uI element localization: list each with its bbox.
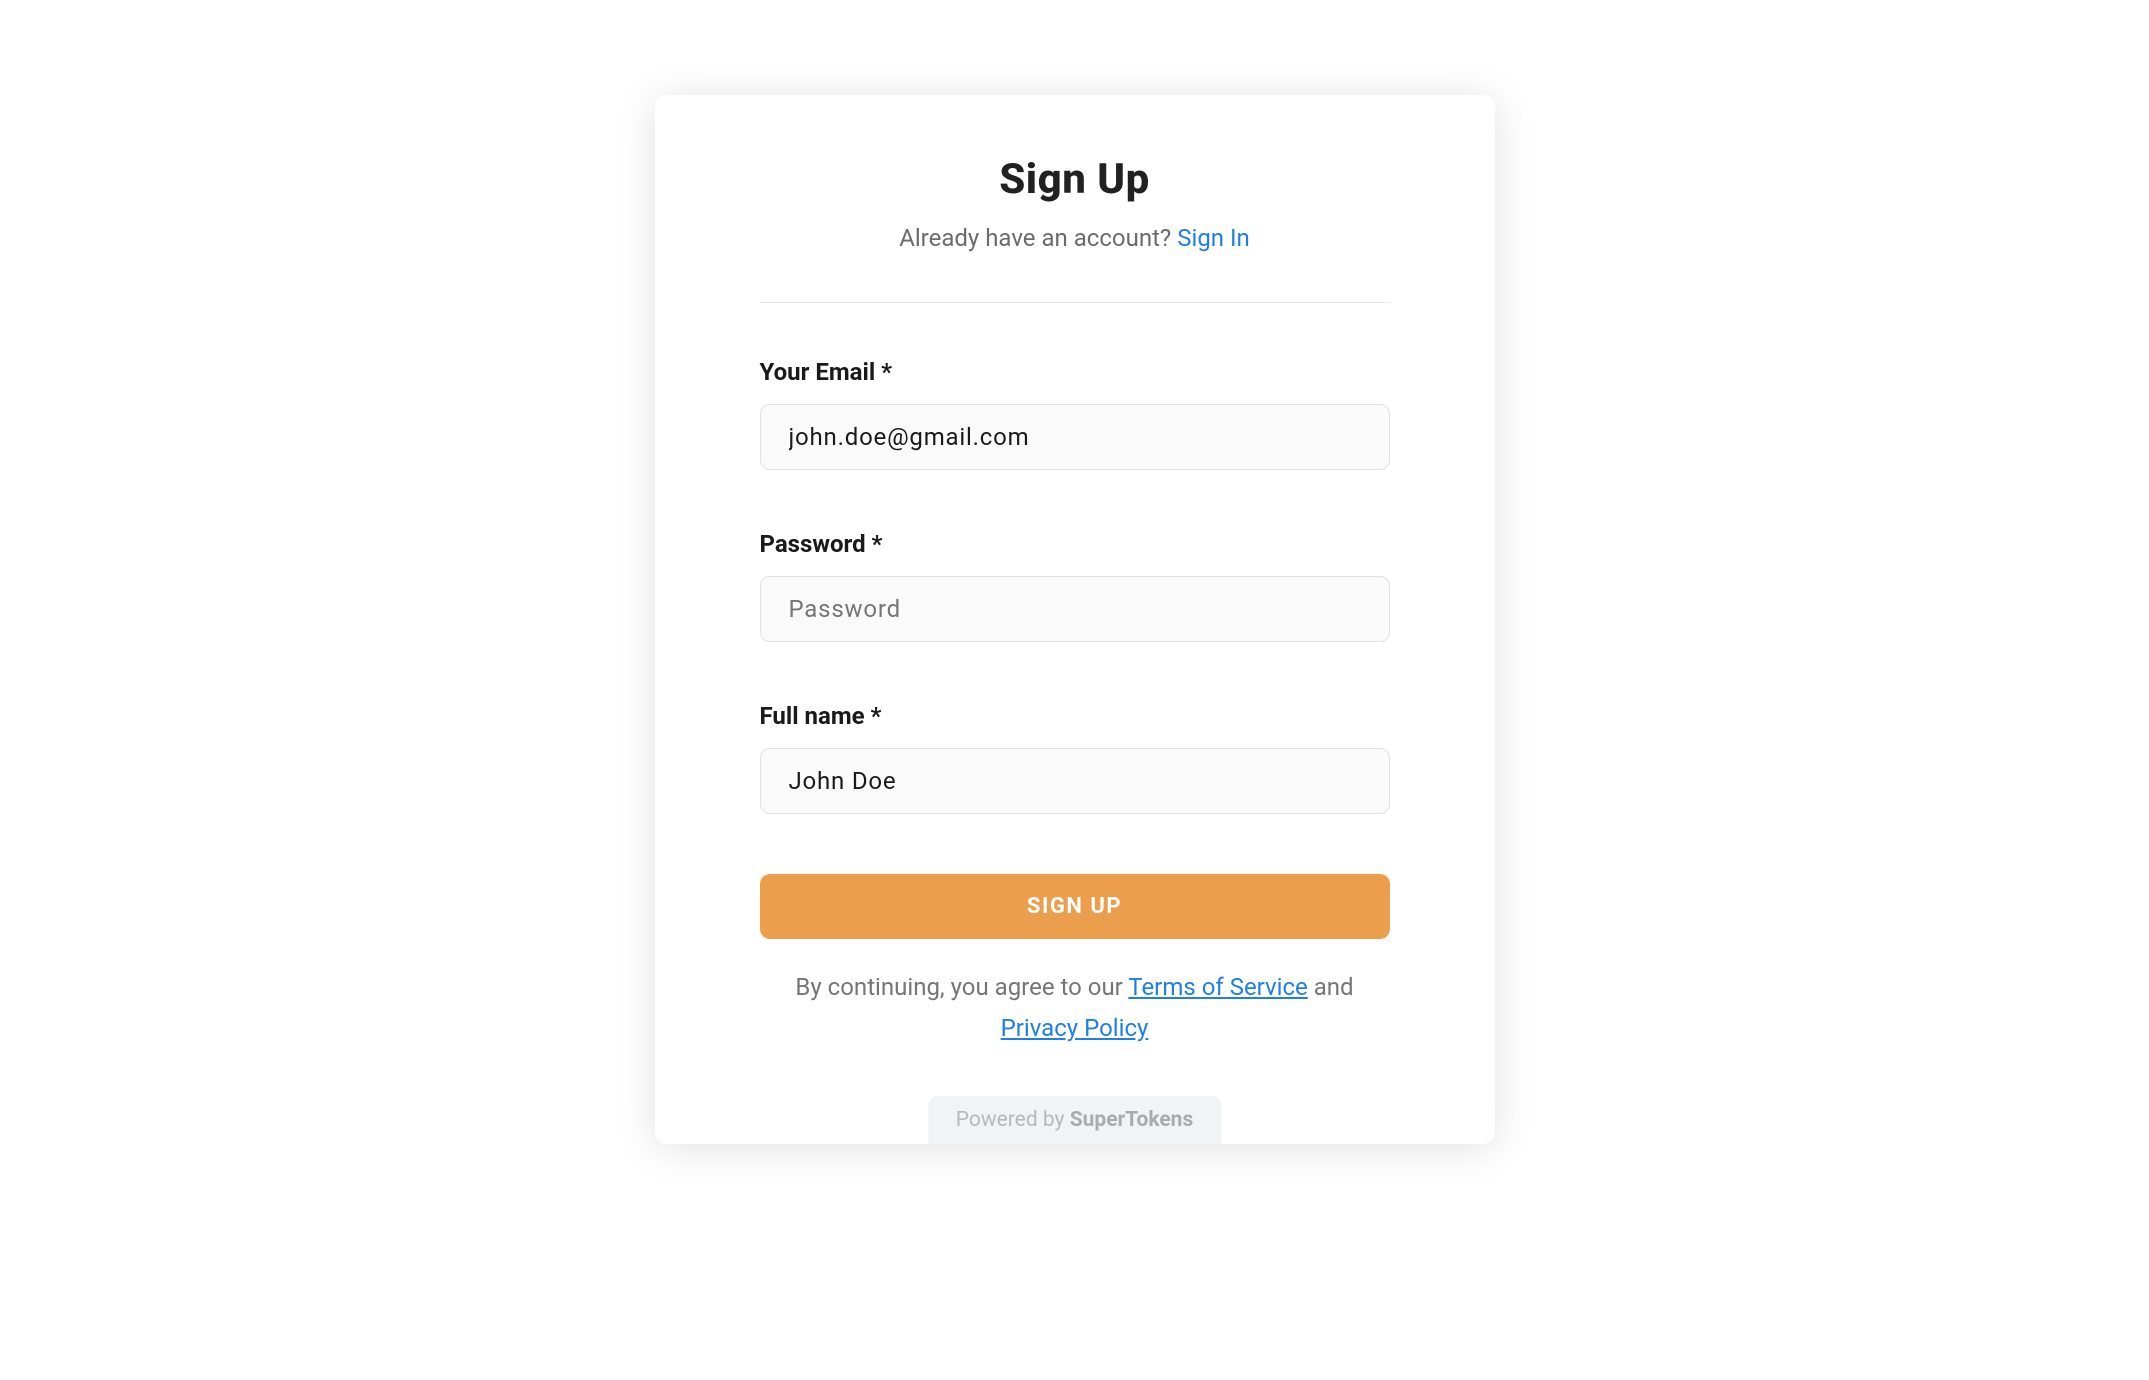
password-group: Password * <box>760 530 1390 642</box>
fullname-label: Full name * <box>760 702 1390 730</box>
powered-prefix: Powered by <box>956 1108 1070 1132</box>
privacy-policy-link[interactable]: Privacy Policy <box>1001 1014 1149 1042</box>
fullname-group: Full name * <box>760 702 1390 814</box>
password-input[interactable] <box>760 576 1390 642</box>
subtitle-text: Already have an account? <box>899 224 1171 252</box>
powered-brand: SuperTokens <box>1070 1108 1194 1132</box>
signin-link[interactable]: Sign In <box>1177 224 1250 252</box>
email-label: Your Email * <box>760 358 1390 386</box>
email-group: Your Email * <box>760 358 1390 470</box>
password-label: Password * <box>760 530 1390 558</box>
consent-connector: and <box>1314 973 1354 1001</box>
fullname-input[interactable] <box>760 748 1390 814</box>
subtitle-row: Already have an account? Sign In <box>760 224 1390 252</box>
page-title: Sign Up <box>760 155 1390 204</box>
terms-of-service-link[interactable]: Terms of Service <box>1128 973 1307 1001</box>
powered-by-badge[interactable]: Powered by SuperTokens <box>928 1096 1222 1144</box>
signup-button[interactable]: SIGN UP <box>760 874 1390 939</box>
consent-text: By continuing, you agree to our Terms of… <box>760 967 1390 1049</box>
consent-prefix: By continuing, you agree to our <box>795 973 1128 1001</box>
email-input[interactable] <box>760 404 1390 470</box>
card-header: Sign Up Already have an account? Sign In <box>760 155 1390 303</box>
signup-card: Sign Up Already have an account? Sign In… <box>655 95 1495 1144</box>
